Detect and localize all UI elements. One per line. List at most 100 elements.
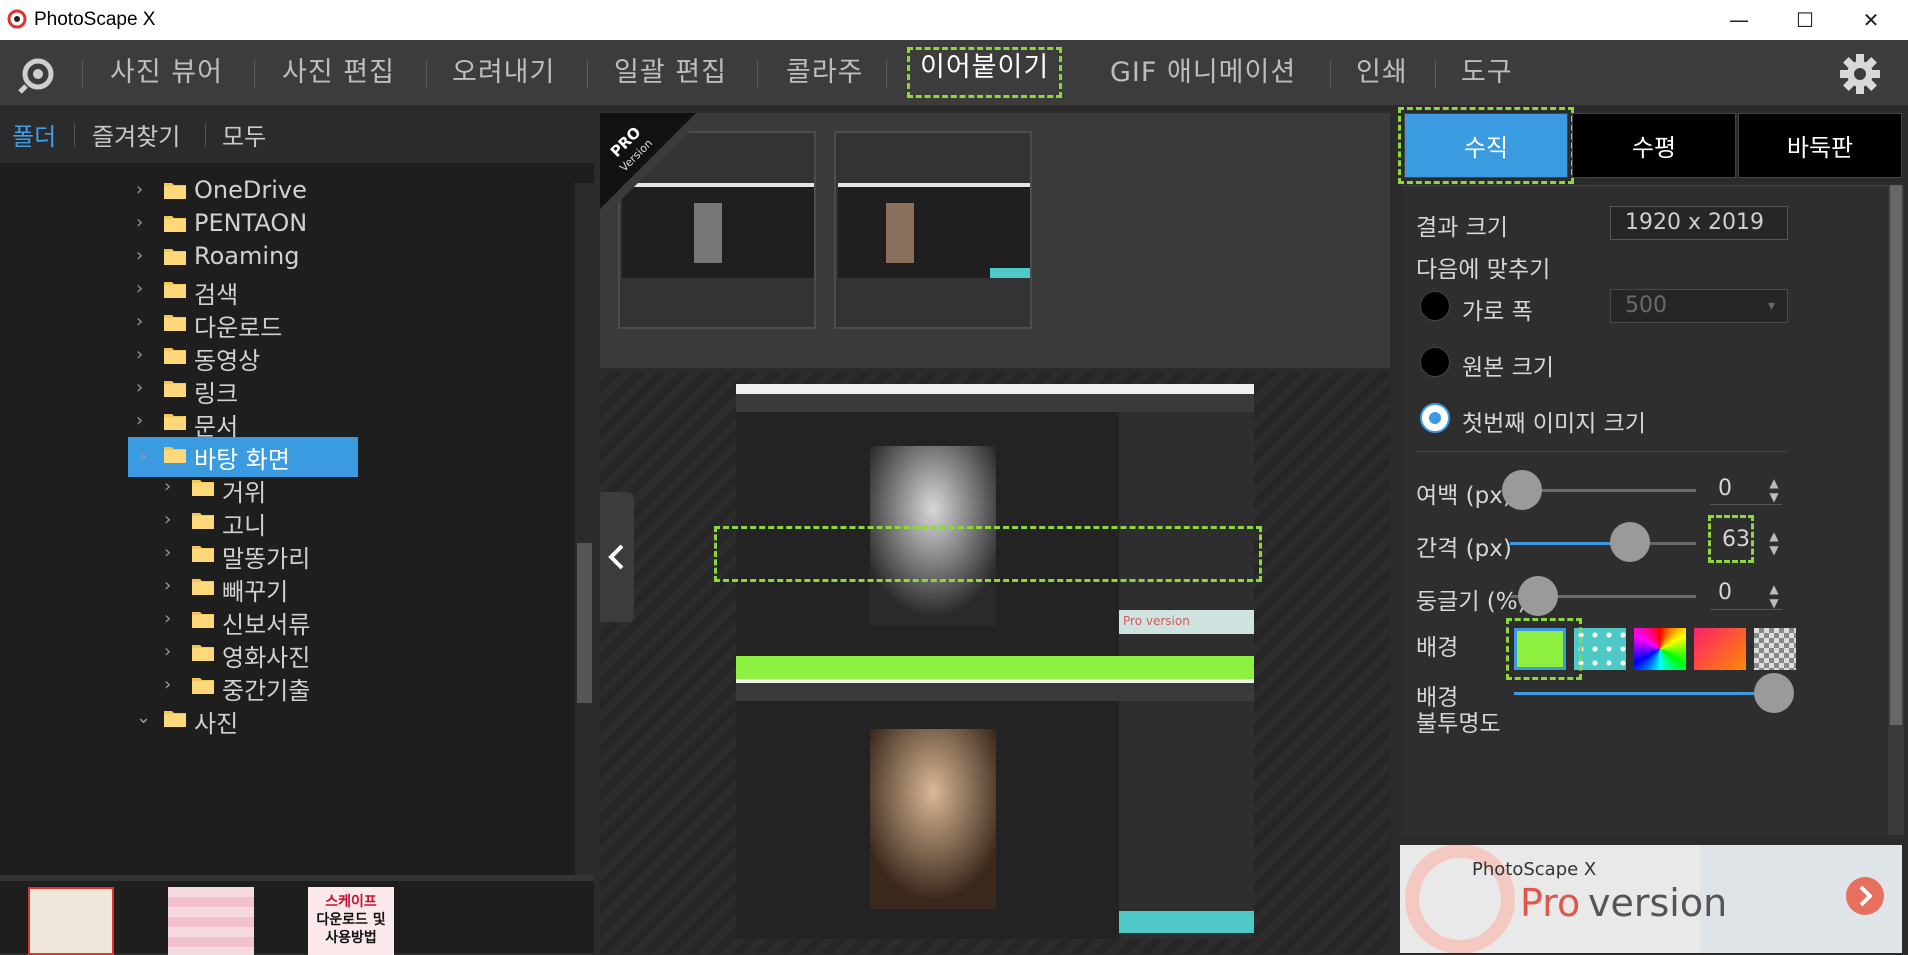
tree-item-label: PENTAON [194, 209, 308, 237]
chevron-right-icon[interactable]: › [136, 311, 143, 332]
pro-version-ribbon: PRO Version [600, 113, 696, 209]
tree-item[interactable]: › PENTAON [0, 206, 575, 242]
chevron-right-icon[interactable]: › [164, 509, 171, 530]
swatch-transparent[interactable] [1754, 628, 1796, 670]
chevron-down-icon[interactable]: ⌄ [136, 707, 151, 728]
roundness-spinner[interactable]: ▲ ▼ [1766, 582, 1782, 610]
combined-image-preview[interactable]: Pro version [736, 384, 1254, 939]
chevron-right-icon[interactable]: › [136, 179, 143, 200]
folder-icon [164, 348, 186, 364]
chevron-right-icon[interactable]: › [136, 377, 143, 398]
folder-icon [164, 381, 186, 397]
chevron-down-icon: ▾ [1768, 298, 1776, 314]
tree-item[interactable]: › 말똥가리 [0, 536, 575, 573]
thumbnail-item[interactable]: 스케이프 다운로드 및 사용방법 [308, 887, 394, 955]
menu-cut-out[interactable]: 오려내기 [452, 52, 555, 94]
swatch-highlight [1506, 618, 1582, 680]
chevron-right-icon[interactable]: › [164, 608, 171, 629]
tree-item[interactable]: ⌄ 바탕 화면 [0, 437, 575, 477]
tree-item[interactable]: › 거위 [0, 470, 575, 507]
thumbnail-item[interactable] [28, 887, 114, 955]
menu-tools[interactable]: 도구 [1461, 52, 1513, 94]
menu-batch[interactable]: 일괄 편집 [614, 52, 727, 94]
background-label: 배경 [1416, 635, 1459, 661]
settings-scrollbar[interactable] [1888, 185, 1904, 835]
chevron-right-icon[interactable]: › [136, 245, 143, 266]
width-select: 500 [1610, 289, 1788, 323]
opacity-slider[interactable] [1754, 673, 1794, 713]
margin-value[interactable]: 0 [1718, 476, 1732, 501]
chevron-right-icon[interactable]: › [164, 674, 171, 695]
pro-version-ad[interactable]: PhotoScape X Pro version [1400, 845, 1902, 953]
tree-item[interactable]: › 검색 [0, 272, 575, 309]
menu-photo-viewer[interactable]: 사진 뷰어 [110, 52, 223, 94]
radio-first-image-size[interactable] [1420, 403, 1450, 433]
tree-item[interactable]: › Roaming [0, 239, 575, 275]
menu-print[interactable]: 인쇄 [1356, 52, 1408, 94]
maximize-button[interactable]: ☐ [1772, 0, 1838, 40]
tab-grid[interactable]: 바둑판 [1738, 113, 1902, 178]
scrollbar-thumb[interactable] [1890, 185, 1902, 725]
chevron-right-icon[interactable]: › [164, 476, 171, 497]
tree-item[interactable]: › 다운로드 [0, 305, 575, 342]
tab-highlight [1398, 107, 1574, 184]
menu-gif-animation[interactable]: GIF 애니메이션 [1110, 52, 1296, 94]
chevron-right-icon[interactable]: › [136, 278, 143, 299]
source-image-slot[interactable] [834, 131, 1032, 329]
tab-favorites[interactable]: 즐겨찾기 [92, 117, 180, 152]
app-logo-icon [7, 9, 27, 29]
margin-slider[interactable] [1502, 470, 1542, 510]
collapse-panel-button[interactable] [600, 492, 634, 622]
minimize-button[interactable]: — [1706, 0, 1772, 40]
chevron-down-icon[interactable]: ⌄ [136, 443, 151, 464]
close-button[interactable]: ✕ [1838, 0, 1904, 40]
chevron-right-icon[interactable]: › [164, 542, 171, 563]
folder-scrollbar[interactable] [575, 183, 594, 875]
combine-preview-area: Pro version [600, 372, 1390, 953]
chevron-right-icon[interactable]: › [136, 410, 143, 431]
folder-icon [164, 447, 186, 463]
preview-ad [1119, 911, 1254, 933]
roundness-value[interactable]: 0 [1718, 580, 1732, 605]
spacing-slider[interactable] [1610, 522, 1650, 562]
scrollbar-thumb[interactable] [577, 543, 592, 703]
margin-label: 여백 (px) [1416, 483, 1512, 509]
tree-item[interactable]: › 링크 [0, 371, 575, 408]
menu-photo-editor[interactable]: 사진 편집 [282, 52, 395, 94]
home-logo-icon[interactable] [18, 54, 58, 94]
margin-spinner[interactable]: ▲ ▼ [1766, 476, 1782, 504]
chevron-right-icon[interactable]: › [136, 212, 143, 233]
tree-item[interactable]: › 문서 [0, 404, 575, 441]
thumbnail-item[interactable] [168, 887, 254, 955]
radio-original-size[interactable] [1420, 347, 1450, 377]
chevron-right-icon[interactable]: › [164, 575, 171, 596]
tree-item[interactable]: › 중간기출 [0, 668, 575, 705]
tree-item[interactable]: › 신보서류 [0, 602, 575, 639]
tab-folder[interactable]: 폴더 [12, 117, 56, 152]
tree-item[interactable]: › 동영상 [0, 338, 575, 375]
spacing-spinner[interactable]: ▲ ▼ [1766, 529, 1782, 557]
gap-highlight [714, 526, 1262, 582]
menu-combine[interactable]: 이어붙이기 [907, 47, 1063, 98]
tree-item[interactable]: › 고니 [0, 503, 575, 540]
folder-icon [192, 546, 214, 562]
swatch-sunset[interactable] [1694, 628, 1746, 670]
tab-all[interactable]: 모두 [222, 117, 266, 152]
tree-item[interactable]: › 빼꾸기 [0, 569, 575, 606]
tree-item[interactable]: ⌄ 사진 [0, 701, 575, 738]
roundness-slider[interactable] [1518, 576, 1558, 616]
chevron-right-icon[interactable]: › [136, 344, 143, 365]
swatch-rainbow[interactable] [1634, 628, 1686, 670]
opacity-label-2: 불투명도 [1416, 711, 1501, 737]
chevron-right-icon[interactable]: › [164, 641, 171, 662]
tree-item[interactable]: › OneDrive [0, 173, 575, 209]
menu-collage[interactable]: 콜라주 [786, 52, 864, 94]
result-size-label: 결과 크기 [1416, 215, 1508, 241]
tree-item[interactable]: › 영화사진 [0, 635, 575, 672]
gear-icon[interactable] [1838, 52, 1882, 96]
radio-width[interactable] [1420, 291, 1450, 321]
arrow-right-icon[interactable] [1844, 875, 1886, 917]
fit-label: 다음에 맞추기 [1416, 257, 1551, 283]
tab-horizontal[interactable]: 수평 [1572, 113, 1736, 178]
folder-icon [164, 315, 186, 331]
